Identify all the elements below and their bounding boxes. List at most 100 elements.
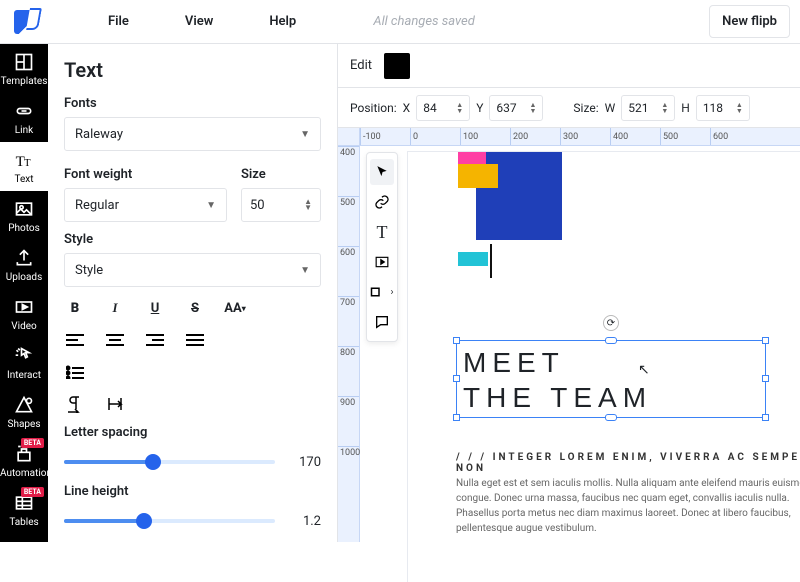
- resize-handle[interactable]: [605, 337, 617, 344]
- bold-button[interactable]: B: [64, 297, 86, 319]
- canvas-floating-toolbar: T ›: [366, 152, 398, 342]
- body-text[interactable]: Nulla eget est et sem iaculis mollis. Nu…: [456, 476, 800, 536]
- align-right-button[interactable]: [144, 329, 166, 351]
- resize-handle[interactable]: [605, 414, 617, 421]
- stage-edit-bar: Edit: [338, 44, 800, 88]
- ruler-corner: [338, 128, 360, 146]
- align-center-button[interactable]: [104, 329, 126, 351]
- letter-spacing-slider[interactable]: 170: [64, 446, 321, 478]
- left-toolbar: Templates Link TT Text Photos Uploads Vi…: [0, 44, 48, 542]
- menu-file[interactable]: File: [108, 14, 129, 29]
- resize-handle[interactable]: [762, 337, 769, 344]
- photos-icon: [14, 199, 34, 219]
- rail-photos[interactable]: Photos: [0, 191, 48, 240]
- chevron-down-icon: ▼: [206, 200, 216, 211]
- bullet-list-button[interactable]: [64, 361, 86, 383]
- resize-handle[interactable]: [453, 375, 460, 382]
- text-properties-panel: Text Fonts Raleway▼ Font weight Regular▼…: [48, 44, 338, 542]
- text-direction-rtl-button[interactable]: [104, 393, 126, 415]
- insert-text-tool[interactable]: T: [370, 219, 394, 245]
- line-height-slider[interactable]: 1.2: [64, 505, 321, 537]
- interact-icon: [14, 346, 34, 366]
- text-color-swatch[interactable]: [384, 53, 410, 79]
- stage-metrics-bar: Position: X 84▲▼ Y 637▲▼ Size: W 521▲▼ H…: [338, 88, 800, 128]
- style-label: Style: [64, 232, 321, 247]
- text-style-select[interactable]: Style▼: [64, 253, 321, 287]
- headline-line1: MEET: [463, 345, 759, 380]
- insert-video-tool[interactable]: [370, 249, 394, 275]
- rail-uploads[interactable]: Uploads: [0, 240, 48, 289]
- letter-spacing-label: Letter spacing: [64, 425, 321, 440]
- position-label: Position:: [350, 101, 397, 115]
- svg-text:T: T: [24, 157, 31, 169]
- size-w-input[interactable]: 521▲▼: [621, 95, 675, 121]
- link-icon: [14, 101, 34, 121]
- rail-templates[interactable]: Templates: [0, 44, 48, 93]
- h-label: H: [681, 101, 690, 115]
- w-label: W: [605, 101, 616, 115]
- resize-handle[interactable]: [762, 375, 769, 382]
- canvas-page[interactable]: ⟳ MEET THE TEAM ↖ / / / INTEGER LOREM EN…: [408, 152, 800, 582]
- align-justify-button[interactable]: [184, 329, 206, 351]
- decorative-shape[interactable]: [458, 252, 488, 266]
- size-h-input[interactable]: 118▲▼: [696, 95, 750, 121]
- insert-shape-tool[interactable]: ›: [370, 279, 394, 305]
- decorative-shape[interactable]: [490, 244, 492, 278]
- text-direction-ltr-button[interactable]: [64, 393, 86, 415]
- rail-text[interactable]: TT Text: [0, 142, 48, 191]
- y-label: Y: [476, 101, 483, 115]
- rail-shapes[interactable]: Shapes: [0, 387, 48, 436]
- horizontal-ruler: -1000100200300400500600: [338, 128, 800, 146]
- italic-button[interactable]: I: [104, 297, 126, 319]
- rail-automation[interactable]: BETA Automation: [0, 436, 48, 485]
- new-flipbook-button[interactable]: New flipb: [709, 5, 790, 38]
- shapes-icon: [14, 395, 34, 415]
- resize-handle[interactable]: [762, 414, 769, 421]
- align-left-button[interactable]: [64, 329, 86, 351]
- tagline-text[interactable]: / / / INTEGER LOREM ENIM, VIVERRA AC SEM…: [456, 452, 800, 474]
- insert-link-tool[interactable]: [370, 189, 394, 215]
- rail-video[interactable]: Video: [0, 289, 48, 338]
- font-family-select[interactable]: Raleway▼: [64, 117, 321, 151]
- rail-interact[interactable]: Interact: [0, 338, 48, 387]
- selected-text-element[interactable]: ⟳ MEET THE TEAM: [456, 340, 766, 418]
- edit-label: Edit: [350, 58, 372, 73]
- size-label: Size:: [573, 101, 598, 115]
- x-label: X: [403, 101, 411, 115]
- headline-line2: THE TEAM: [463, 380, 759, 415]
- resize-handle[interactable]: [453, 414, 460, 421]
- pos-x-input[interactable]: 84▲▼: [416, 95, 470, 121]
- font-weight-select[interactable]: Regular▼: [64, 188, 227, 222]
- line-height-label: Line height: [64, 484, 321, 499]
- strikethrough-button[interactable]: S: [184, 297, 206, 319]
- beta-badge: BETA: [21, 487, 44, 497]
- menu-help[interactable]: Help: [269, 14, 296, 29]
- decorative-shape[interactable]: [458, 164, 498, 188]
- stepper-arrows-icon[interactable]: ▲▼: [304, 199, 312, 211]
- resize-handle[interactable]: [453, 337, 460, 344]
- app-logo-icon: [14, 10, 38, 34]
- save-status: All changes saved: [373, 14, 474, 29]
- text-tool-icon: TT: [14, 150, 34, 170]
- insert-comment-tool[interactable]: [370, 309, 394, 335]
- chevron-down-icon: ▼: [300, 265, 310, 276]
- rail-link[interactable]: Link: [0, 93, 48, 142]
- decorative-shape[interactable]: [458, 152, 486, 164]
- menu-view[interactable]: View: [185, 14, 213, 29]
- templates-icon: [14, 52, 34, 72]
- fonts-label: Fonts: [64, 96, 321, 111]
- pos-y-input[interactable]: 637▲▼: [489, 95, 543, 121]
- canvas-stage: Edit Position: X 84▲▼ Y 637▲▼ Size: W 52…: [338, 44, 800, 542]
- video-icon: [14, 297, 34, 317]
- font-size-label: Size: [241, 167, 321, 182]
- panel-title: Text: [64, 58, 321, 82]
- font-weight-label: Font weight: [64, 167, 227, 182]
- font-size-input[interactable]: 50 ▲▼: [241, 188, 321, 222]
- rail-tables[interactable]: BETA Tables: [0, 485, 48, 534]
- vertical-ruler: 4005006007008009001000: [338, 146, 360, 542]
- underline-button[interactable]: U: [144, 297, 166, 319]
- rotate-handle-icon[interactable]: ⟳: [603, 315, 619, 331]
- uploads-icon: [14, 248, 34, 268]
- text-case-button[interactable]: AA▾: [224, 297, 246, 319]
- select-tool[interactable]: [370, 159, 394, 185]
